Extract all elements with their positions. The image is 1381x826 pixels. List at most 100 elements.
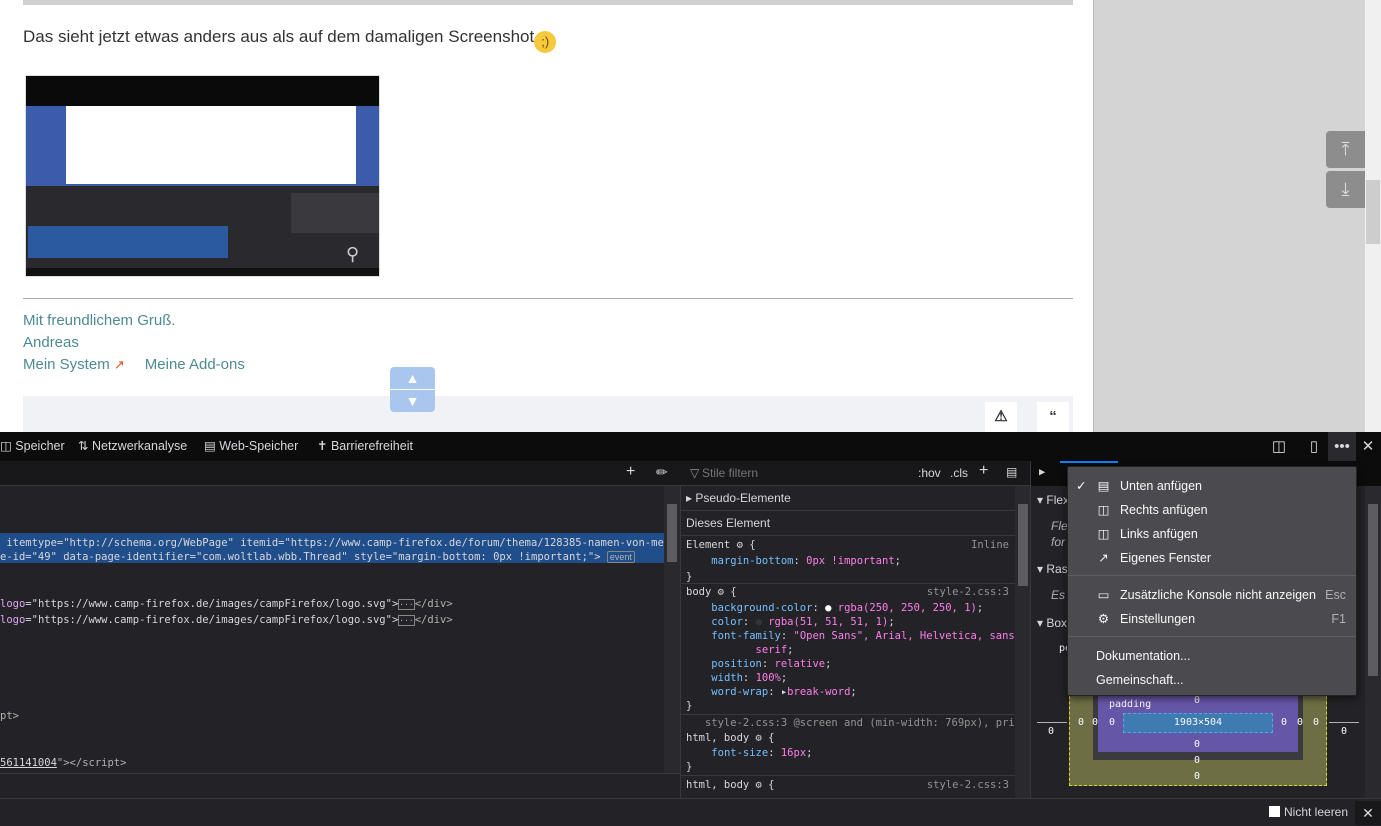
layout-scrollbar-thumb[interactable] bbox=[1368, 504, 1378, 676]
tab-accessibility[interactable]: ✝ Barrierefreiheit bbox=[317, 432, 413, 461]
position-right-value: 0 bbox=[1341, 726, 1348, 737]
this-element-header: Dieses Element bbox=[681, 511, 1015, 536]
scroll-to-bottom-button[interactable]: ⤓ bbox=[1326, 171, 1365, 208]
rules-scrollbar-thumb[interactable] bbox=[1018, 504, 1028, 586]
scroll-to-top-button[interactable]: ⤒ bbox=[1326, 131, 1365, 168]
split-console-icon[interactable]: ◫ bbox=[1265, 432, 1293, 461]
markup-node-logo-2[interactable]: logo="https://www.camp-firefox.de/images… bbox=[0, 612, 453, 628]
menu-item-dock-bottom[interactable]: ✓ ▤ Unten anfügen bbox=[1068, 474, 1356, 498]
menu-item-dock-right[interactable]: ◫ Rechts anfügen bbox=[1068, 498, 1356, 522]
rule-decl[interactable]: margin-bottom: 0px !important; bbox=[686, 553, 901, 569]
menu-item-dock-left[interactable]: ◫ Links anfügen bbox=[1068, 522, 1356, 546]
post-text: Das sieht jetzt etwas anders aus als auf… bbox=[23, 27, 557, 53]
rule-html-body-selector-2: html, body ⚙ { bbox=[686, 779, 775, 791]
storage-icon: ◫ bbox=[0, 439, 12, 453]
dock-bottom-icon: ▤ bbox=[1097, 479, 1110, 493]
cls-button[interactable]: .cls bbox=[950, 466, 968, 480]
thumb-page bbox=[66, 106, 356, 184]
filter-icon: ▽ bbox=[690, 466, 700, 480]
menu-item-community[interactable]: Gemeinschaft... bbox=[1068, 668, 1356, 692]
devtools-toolbar: ◫ Speicher ⇅ Netzwerkanalyse ▤ Web-Speic… bbox=[0, 432, 1381, 461]
my-addons-link[interactable]: Meine Add-ons bbox=[145, 356, 245, 373]
markup-scrollbar[interactable] bbox=[664, 486, 680, 773]
pseudo-elements-toggle[interactable]: ▸ Pseudo-Elemente bbox=[681, 486, 1015, 511]
menu-item-separate-window[interactable]: ↗ Eigenes Fenster bbox=[1068, 546, 1356, 570]
markup-node-script[interactable]: 561141004"></script> bbox=[0, 755, 126, 771]
rule-element-selector: Element ⚙ { bbox=[686, 539, 756, 551]
add-node-icon[interactable]: + bbox=[626, 463, 635, 481]
selected-node-line1: itemtype="http://schema.org/WebPage" ite… bbox=[0, 537, 690, 549]
float-scroll-nav: ▲ ▼ bbox=[390, 367, 435, 412]
persist-logs-label: Nicht leeren bbox=[1284, 805, 1349, 819]
my-system-link[interactable]: Mein System bbox=[23, 356, 110, 373]
eyedropper-icon[interactable]: ✏ bbox=[656, 464, 668, 481]
sidebar-toggle-icon[interactable]: ▶ bbox=[1039, 466, 1045, 478]
content-size[interactable]: 1903×504 bbox=[1123, 713, 1273, 733]
collapsed-ellipsis-icon[interactable]: ··· bbox=[398, 615, 415, 626]
grid-text: Es bbox=[1051, 588, 1066, 602]
color-swatch-dark-icon: ● bbox=[755, 616, 762, 628]
thumb-toolbar bbox=[26, 76, 379, 106]
report-warning-button[interactable]: ⚠ bbox=[985, 402, 1017, 432]
scroll-down-icon[interactable]: ▼ bbox=[390, 389, 435, 411]
post-top-border bbox=[23, 0, 1073, 5]
padding-bottom-value[interactable]: 0 bbox=[1194, 739, 1200, 750]
border-bottom-value[interactable]: 0 bbox=[1194, 755, 1200, 766]
menu-item-settings[interactable]: ⚙ Einstellungen F1 bbox=[1068, 607, 1356, 631]
quote-button[interactable]: “ bbox=[1037, 402, 1069, 432]
markup-node-logo-1[interactable]: logo="https://www.camp-firefox.de/images… bbox=[0, 596, 453, 612]
rule-decl[interactable]: font-size: 16px; bbox=[686, 745, 812, 761]
border-right-value[interactable]: 0 bbox=[1297, 717, 1303, 728]
margin-left-value[interactable]: 0 bbox=[1078, 717, 1084, 728]
rule-body-selector: body ⚙ { bbox=[686, 586, 737, 598]
markup-panel: itemtype="http://schema.org/WebPage" ite… bbox=[0, 461, 689, 798]
responsive-design-icon[interactable]: ▯ bbox=[1300, 432, 1328, 461]
accessibility-icon: ✝ bbox=[317, 439, 328, 453]
flex-text-2: for bbox=[1051, 535, 1066, 549]
add-rule-icon[interactable]: + bbox=[979, 462, 988, 480]
collapsed-ellipsis-icon[interactable]: ··· bbox=[398, 599, 415, 610]
signature-divider bbox=[23, 298, 1073, 299]
markup-scrollbar-thumb[interactable] bbox=[667, 504, 677, 562]
padding-top-value[interactable]: 0 bbox=[1194, 695, 1200, 706]
persist-logs-checkbox[interactable] bbox=[1269, 806, 1280, 817]
rule-source-link[interactable]: style-2.css:3 bbox=[927, 779, 1009, 791]
event-badge[interactable]: event bbox=[606, 551, 635, 563]
flex-section[interactable]: ▾ Flex bbox=[1037, 493, 1069, 507]
border-left-value[interactable]: 0 bbox=[1092, 717, 1098, 728]
page-scrollbar-thumb[interactable] bbox=[1366, 180, 1380, 244]
page-side-column bbox=[1093, 0, 1365, 432]
signature-name: Andreas bbox=[23, 334, 79, 351]
console-icon: ▭ bbox=[1097, 588, 1110, 602]
padding-left-value[interactable]: 0 bbox=[1109, 717, 1115, 728]
margin-bottom-value[interactable]: 0 bbox=[1194, 771, 1200, 782]
padding-right-value[interactable]: 0 bbox=[1281, 717, 1287, 728]
thumb-selection bbox=[28, 226, 228, 258]
styles-filter-input[interactable] bbox=[702, 464, 902, 482]
box-model-section[interactable]: ▾ Box bbox=[1037, 616, 1067, 630]
checkmark-icon: ✓ bbox=[1076, 479, 1087, 493]
screenshot-thumbnail[interactable]: ⚲ bbox=[25, 75, 380, 277]
external-link-icon: ↗ bbox=[113, 357, 125, 372]
rules-scrollbar[interactable] bbox=[1015, 486, 1031, 798]
scroll-up-icon[interactable]: ▲ bbox=[390, 367, 435, 389]
margin-right-value[interactable]: 0 bbox=[1313, 717, 1319, 728]
more-options-icon[interactable]: ••• bbox=[1328, 432, 1356, 461]
tab-web-storage[interactable]: ▤ Web-Speicher bbox=[204, 432, 298, 461]
hov-button[interactable]: :hov bbox=[918, 466, 941, 480]
layout-scrollbar[interactable] bbox=[1365, 486, 1381, 798]
tab-storage[interactable]: ◫ Speicher bbox=[0, 432, 65, 461]
color-swatch-white-icon: ● bbox=[825, 602, 832, 614]
rule-source-link[interactable]: style-2.css:3 bbox=[927, 586, 1009, 598]
rule-decl[interactable]: word-wrap: ▸break-word; bbox=[686, 684, 856, 700]
menu-item-documentation[interactable]: Dokumentation... bbox=[1068, 644, 1356, 668]
markup-node-script-end[interactable]: pt> bbox=[0, 708, 19, 724]
close-devtools-icon[interactable]: ✕ bbox=[1354, 432, 1381, 461]
markup-toolbar: + ✏ bbox=[0, 461, 680, 486]
dock-left-icon: ◫ bbox=[1097, 527, 1110, 541]
menu-item-split-console[interactable]: ▭ Zusätzliche Konsole nicht anzeigen Esc bbox=[1068, 583, 1356, 607]
tab-network[interactable]: ⇅ Netzwerkanalyse bbox=[78, 432, 187, 461]
close-split-console-icon[interactable]: ✕ bbox=[1355, 801, 1381, 825]
grid-section[interactable]: ▾ Ras bbox=[1037, 562, 1068, 576]
print-simulation-icon[interactable]: ▤ bbox=[1006, 465, 1017, 479]
